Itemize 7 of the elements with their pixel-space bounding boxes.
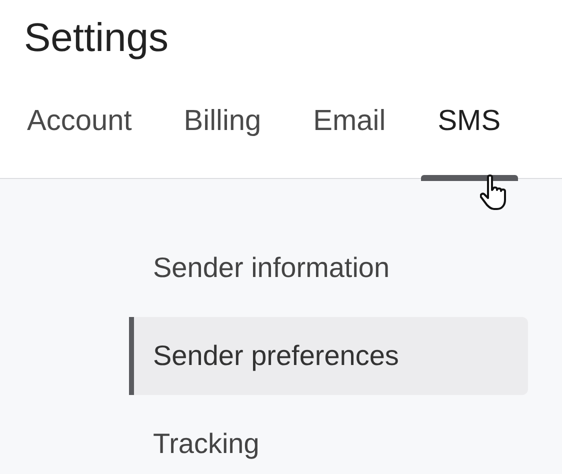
sidebar-item[interactable]: Sender information — [129, 229, 528, 307]
sidebar-item[interactable]: Sender preferences — [129, 317, 528, 395]
tab[interactable]: Email — [296, 99, 403, 181]
page-title: Settings — [23, 15, 170, 62]
tab[interactable]: Account — [10, 99, 149, 181]
tab[interactable]: Billing — [166, 99, 278, 181]
sidebar-item[interactable]: Tracking — [129, 405, 528, 474]
